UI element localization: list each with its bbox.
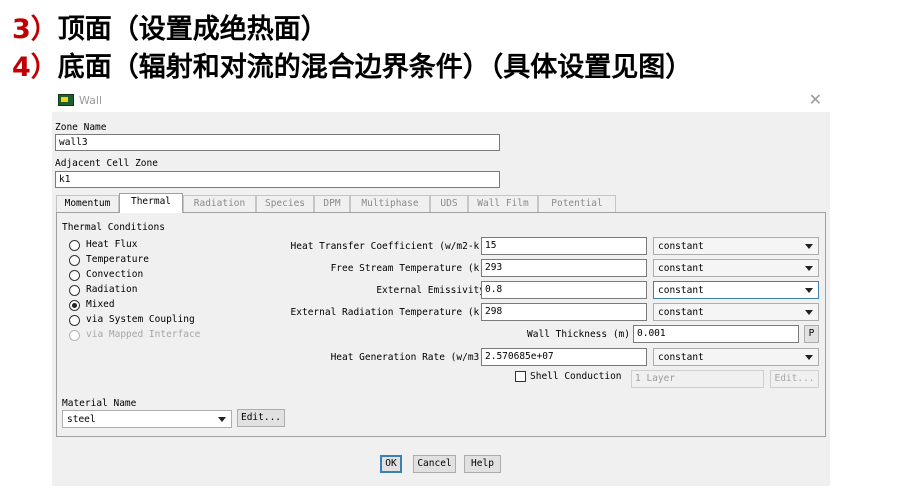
tab-species[interactable]: Species — [256, 195, 314, 212]
help-button[interactable]: Help — [464, 455, 501, 473]
wall-dialog: Zone Name wall3 Adjacent Cell Zone k1 Mo… — [52, 112, 830, 486]
window-title: Wall — [79, 94, 103, 107]
adjacent-cell-zone-label: Adjacent Cell Zone — [55, 158, 158, 169]
radio-label: via System Coupling — [86, 314, 195, 325]
radio-circle — [69, 285, 80, 296]
close-icon[interactable]: ✕ — [809, 90, 822, 109]
heat-generation-rate-method-select[interactable]: constant — [653, 348, 819, 366]
material-edit-button[interactable]: Edit... — [237, 409, 285, 427]
htc-method-select[interactable]: constant — [653, 237, 819, 255]
radio-circle — [69, 330, 80, 341]
radio-circle — [69, 270, 80, 281]
chevron-down-icon — [805, 310, 813, 315]
ok-button[interactable]: OK — [380, 455, 402, 473]
external-emissivity-input[interactable]: 0.8 — [481, 281, 647, 299]
tab-potential[interactable]: Potential — [538, 195, 616, 212]
adjacent-cell-zone-input: k1 — [55, 171, 500, 188]
radio-circle — [69, 255, 80, 266]
external-radiation-temp-method-select[interactable]: constant — [653, 303, 819, 321]
radio-circle — [69, 315, 80, 326]
tab-uds[interactable]: UDS — [430, 195, 468, 212]
heading-number: 4） — [12, 52, 58, 83]
external-radiation-temp-input[interactable]: 298 — [481, 303, 647, 321]
select-value: constant — [658, 352, 704, 363]
free-stream-temp-input[interactable]: 293 — [481, 259, 647, 277]
radio-circle — [69, 240, 80, 251]
fluent-app-icon — [58, 94, 74, 106]
wall-thickness-profile-button[interactable]: P — [804, 325, 819, 343]
radio-label: via Mapped Interface — [86, 329, 201, 340]
heat-generation-rate-input[interactable]: 2.570685e+07 — [481, 348, 647, 366]
free-stream-temp-label: Free Stream Temperature (k) — [330, 263, 485, 274]
material-name-label: Material Name — [62, 398, 137, 409]
select-value: constant — [658, 263, 704, 274]
heading-number: 3） — [12, 14, 58, 45]
radio-label: Mixed — [86, 299, 115, 310]
shell-conduction-checkbox[interactable] — [515, 371, 526, 382]
tab-thermal[interactable]: Thermal — [119, 193, 183, 213]
zone-name-input[interactable]: wall3 — [55, 134, 500, 151]
heat-generation-rate-label: Heat Generation Rate (w/m3) — [330, 352, 485, 363]
external-emissivity-label: External Emissivity — [376, 285, 485, 296]
heading-text: 底面（辐射和对流的混合边界条件）（具体设置见图） — [57, 52, 693, 83]
thermal-panel: Thermal Conditions Heat Flux Temperature… — [56, 212, 826, 437]
shell-conduction-label: Shell Conduction — [530, 371, 622, 382]
chevron-down-icon — [805, 288, 813, 293]
select-value: constant — [658, 285, 704, 296]
radio-label: Convection — [86, 269, 144, 280]
radio-circle-selected — [69, 300, 80, 311]
cancel-button[interactable]: Cancel — [413, 455, 456, 473]
select-value: steel — [67, 414, 96, 425]
external-emissivity-method-select[interactable]: constant — [653, 281, 819, 299]
material-name-select[interactable]: steel — [62, 410, 232, 428]
slide-heading-4: 4）底面（辐射和对流的混合边界条件）（具体设置见图） — [12, 52, 692, 84]
tab-wall-film[interactable]: Wall Film — [468, 195, 538, 212]
layers-field: 1 Layer — [631, 370, 764, 388]
external-radiation-temp-label: External Radiation Temperature (k) — [290, 307, 485, 318]
tab-radiation[interactable]: Radiation — [183, 195, 256, 212]
tab-dpm[interactable]: DPM — [314, 195, 350, 212]
chevron-down-icon — [805, 266, 813, 271]
select-value: constant — [658, 307, 704, 318]
layers-edit-button: Edit... — [770, 370, 819, 388]
wall-thickness-input[interactable]: 0.001 — [633, 325, 799, 343]
htc-input[interactable]: 15 — [481, 237, 647, 255]
htc-label: Heat Transfer Coefficient (w/m2-k) — [290, 241, 485, 252]
radio-label: Radiation — [86, 284, 138, 295]
free-stream-temp-method-select[interactable]: constant — [653, 259, 819, 277]
window-titlebar[interactable]: Wall ✕ — [52, 90, 830, 112]
tab-momentum[interactable]: Momentum — [56, 195, 119, 212]
thermal-conditions-label: Thermal Conditions — [62, 222, 165, 233]
chevron-down-icon — [805, 355, 813, 360]
radio-label: Heat Flux — [86, 239, 138, 250]
tab-multiphase[interactable]: Multiphase — [350, 195, 430, 212]
chevron-down-icon — [218, 417, 226, 422]
select-value: constant — [658, 241, 704, 252]
radio-label: Temperature — [86, 254, 149, 265]
heading-text: 顶面（设置成绝热面） — [57, 14, 328, 45]
zone-name-label: Zone Name — [55, 122, 107, 133]
wall-thickness-label: Wall Thickness (m) — [527, 329, 630, 340]
slide-heading-3: 3）顶面（设置成绝热面） — [12, 14, 328, 46]
chevron-down-icon — [805, 244, 813, 249]
